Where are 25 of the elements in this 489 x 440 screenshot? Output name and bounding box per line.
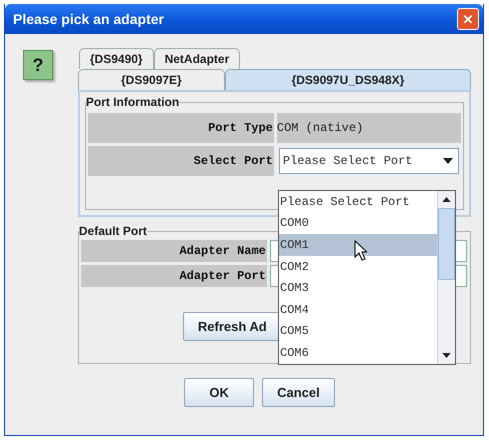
field-label: Adapter Name — [80, 240, 267, 262]
tab[interactable]: NetAdapter — [154, 48, 240, 69]
list-item[interactable]: COM6 — [279, 342, 437, 364]
list-item[interactable]: COM0 — [279, 212, 437, 234]
list-item[interactable]: COM1 — [279, 234, 437, 256]
list-item[interactable]: COM2 — [279, 256, 437, 278]
field-value: COM (native) — [276, 113, 461, 143]
scrollbar[interactable] — [437, 191, 455, 364]
field-label: Select Port — [88, 146, 274, 176]
field-label: Adapter Port — [80, 265, 267, 287]
list-item[interactable]: COM3 — [279, 277, 437, 299]
field-label: Port Type — [88, 113, 274, 143]
close-button[interactable]: ✕ — [457, 8, 479, 30]
help-icon: ? — [23, 50, 53, 80]
group-title: Default Port — [78, 224, 147, 238]
tab[interactable]: {DS9097E} — [78, 69, 225, 90]
ok-button[interactable]: OK — [184, 378, 254, 407]
window-title: Please pick an adapter — [13, 11, 164, 27]
list-item[interactable]: Please Select Port — [279, 191, 437, 213]
tab[interactable]: {DS9490} — [78, 48, 154, 69]
cancel-button[interactable]: Cancel — [262, 378, 335, 407]
group-title: Port Information — [86, 95, 180, 109]
cursor-icon — [354, 240, 367, 261]
port-dropdown[interactable]: Please Select Port — [278, 148, 459, 174]
tab[interactable]: {DS9097U_DS948X} — [224, 69, 471, 90]
